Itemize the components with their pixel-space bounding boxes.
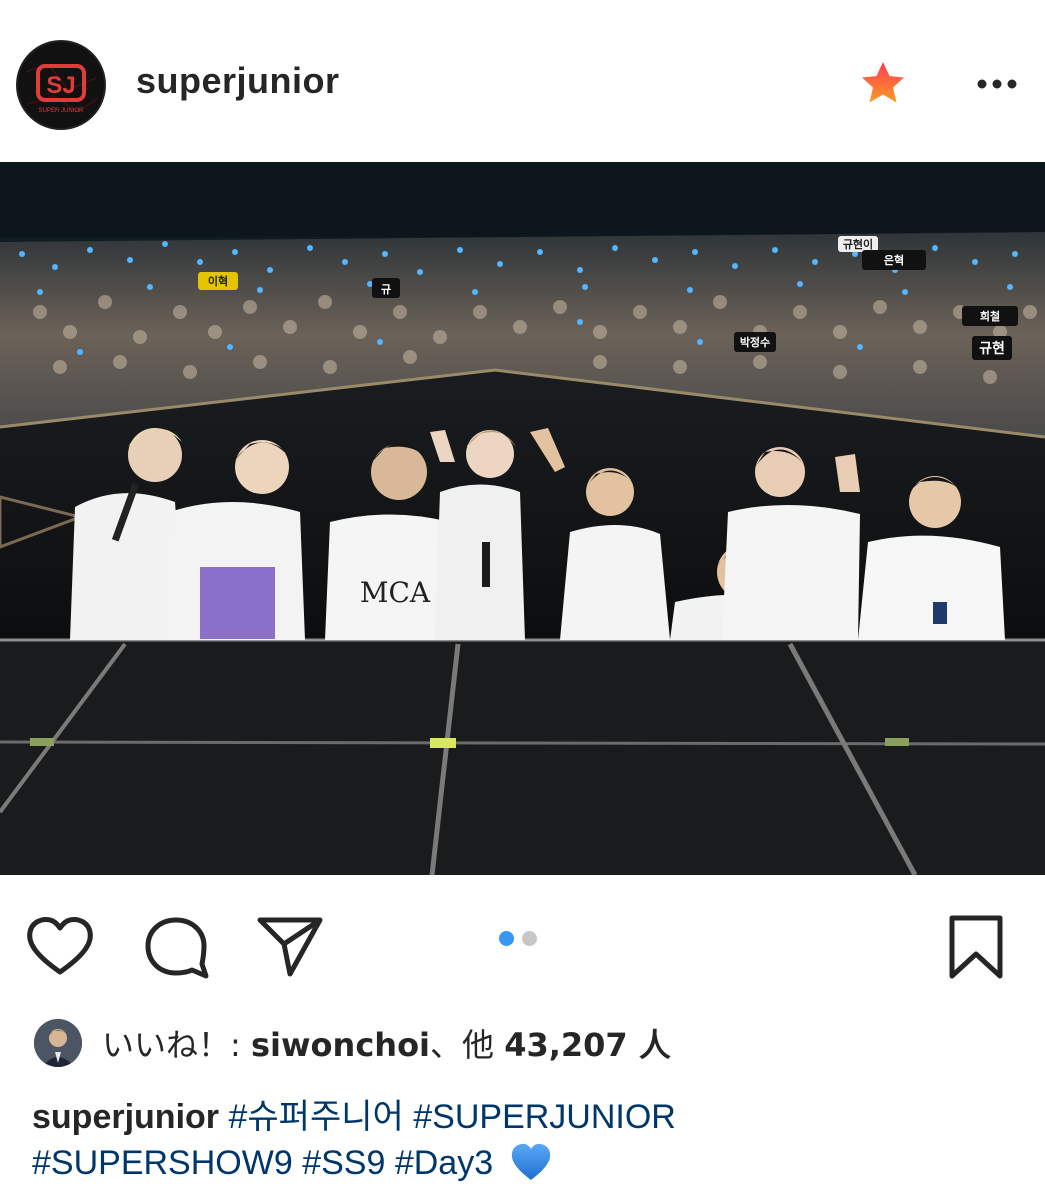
fan-sign-text: 희철: [980, 309, 1000, 323]
fan-sign-text: 은혁: [884, 253, 904, 267]
profile-avatar[interactable]: SJ SUPER JUNIOR: [16, 40, 106, 130]
bookmark-icon[interactable]: [946, 914, 1006, 985]
post-photo[interactable]: 이혁 규현이 은혁 규 박정수 희철 규현 MCA: [0, 162, 1045, 875]
fan-sign-text: 규현: [979, 341, 1005, 357]
comment-icon[interactable]: [142, 914, 212, 985]
carousel-dot-active[interactable]: [499, 931, 514, 946]
share-icon[interactable]: [256, 914, 326, 985]
likes-row[interactable]: いいね！: siwonchoi、他 43,207 人: [34, 1018, 671, 1068]
fan-sign-text: 이혁: [208, 274, 228, 288]
likes-prefix: いいね！:: [102, 1026, 251, 1064]
fan-sign-text: 박정수: [740, 335, 770, 349]
star-icon[interactable]: [858, 58, 908, 108]
hashtag[interactable]: #슈퍼주니어: [228, 1098, 403, 1136]
logo-subtext: SUPER JUNIOR: [39, 108, 84, 114]
hashtag[interactable]: #SUPERJUNIOR: [413, 1098, 676, 1136]
carousel-indicator: [499, 931, 545, 951]
hashtag[interactable]: #Day3: [395, 1144, 493, 1182]
sj-logo: SJ SUPER JUNIOR: [18, 42, 104, 128]
blue-heart-icon: [509, 1142, 553, 1194]
likes-suffix: 、他: [430, 1026, 505, 1064]
post-username[interactable]: superjunior: [136, 60, 340, 102]
more-icon[interactable]: [970, 64, 1024, 104]
liker-username[interactable]: siwonchoi: [251, 1026, 430, 1064]
post-caption: superjunior #슈퍼주니어 #SUPERJUNIOR #SUPERSH…: [32, 1094, 1022, 1194]
fan-sign-text: 규: [381, 283, 391, 296]
hashtag[interactable]: #SS9: [302, 1144, 385, 1182]
logo-text: SJ: [46, 72, 75, 99]
likes-count[interactable]: 43,207: [504, 1026, 627, 1064]
shirt-text: MCA: [360, 576, 431, 609]
likes-unit: 人: [627, 1026, 671, 1064]
hashtag[interactable]: #SUPERSHOW9: [32, 1144, 293, 1182]
likes-text: いいね！: siwonchoi、他 43,207 人: [102, 1020, 671, 1066]
post-header: SJ SUPER JUNIOR superjunior: [0, 0, 1045, 162]
carousel-dot[interactable]: [522, 931, 537, 946]
heart-icon[interactable]: [24, 914, 96, 983]
fan-sign-text: 규현이: [843, 237, 873, 251]
concert-photo: 이혁 규현이 은혁 규 박정수 희철 규현 MCA: [0, 162, 1045, 875]
caption-username[interactable]: superjunior: [32, 1098, 219, 1136]
liker-avatar: [34, 1019, 82, 1067]
